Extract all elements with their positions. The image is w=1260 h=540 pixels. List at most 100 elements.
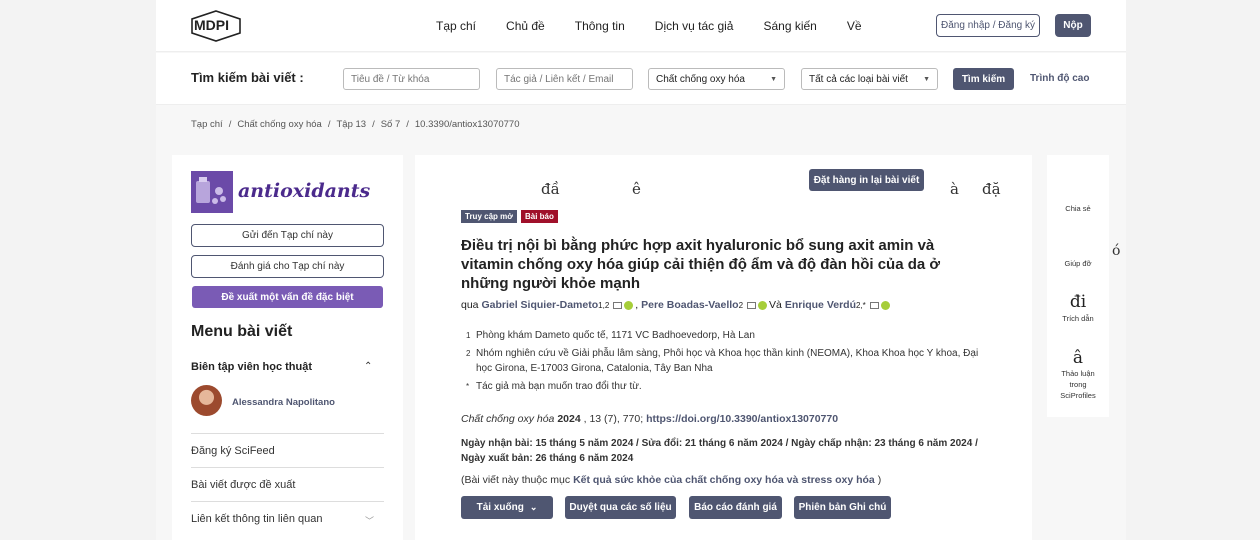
breadcrumb-issue[interactable]: Số 7 (381, 119, 401, 130)
submit-button[interactable]: Nộp (1055, 14, 1091, 37)
by-label: qua (461, 299, 479, 311)
share-button[interactable]: Chia sẻ (1047, 203, 1109, 214)
orcid-icon[interactable] (880, 300, 890, 310)
chevron-down-icon: ⌄ (529, 502, 538, 512)
menu-item-scifeed[interactable]: Đăng ký SciFeed (191, 433, 384, 467)
academic-editor-heading[interactable]: Biên tập viên học thuật (191, 361, 312, 373)
order-reprints-button[interactable]: Đặt hàng in lại bài viết (809, 169, 924, 191)
versions-notes-button[interactable]: Phiên bản Ghi chú (794, 496, 891, 519)
advanced-search-link[interactable]: Trình độ cao (1030, 73, 1089, 84)
overlay-text: ó (1112, 243, 1121, 259)
propose-special-issue-button[interactable]: Đề xuất một vấn đề đặc biệt (192, 286, 383, 308)
journal-cover-icon[interactable] (191, 171, 233, 213)
nav-topics[interactable]: Chủ đề (506, 19, 545, 33)
cite-button[interactable]: Trích dẫn (1047, 313, 1109, 324)
section-line: (Bài viết này thuộc mục Kết quả sức khỏe… (461, 474, 881, 486)
browse-figures-button[interactable]: Duyệt qua các số liệu (565, 496, 676, 519)
discuss-sciprofiles-button[interactable]: Thảo luận trong SciProfiles (1052, 368, 1104, 401)
download-button[interactable]: Tải xuống ⌄ (461, 496, 553, 519)
breadcrumb-doi: 10.3390/antiox13070770 (414, 119, 520, 130)
article-type-select[interactable]: Tất cả các loại bài viết ▼ (801, 68, 938, 90)
section-prefix: (Bài viết này thuộc mục (461, 474, 571, 486)
send-to-journal-button[interactable]: Gửi đến Tạp chí này (191, 224, 384, 247)
section-suffix: ) (877, 474, 882, 486)
affiliation-number: 1 (466, 331, 471, 340)
author-name[interactable]: Gabriel Siquier-Dameto (481, 299, 598, 311)
author-name[interactable]: Pere Boadas-Vaello (641, 299, 738, 311)
avatar (191, 385, 222, 416)
author-affiliation-sup: 2,* (856, 300, 866, 310)
search-button[interactable]: Tìm kiếm (953, 68, 1014, 90)
overlay-text: ê (632, 180, 641, 198)
cite-volume: , 13 (7), 770; (583, 413, 644, 425)
affiliation-text: Nhóm nghiên cứu về Giải phẫu lâm sàng, P… (476, 348, 979, 374)
affiliation-number: 2 (466, 349, 471, 358)
review-for-journal-button[interactable]: Đánh giá cho Tạp chí này (191, 255, 384, 278)
email-icon[interactable] (869, 301, 879, 309)
review-reports-button[interactable]: Báo cáo đánh giá (689, 496, 782, 519)
journal-name[interactable]: antioxidants (238, 180, 370, 202)
nav-author-services[interactable]: Dịch vụ tác giả (655, 19, 734, 33)
page: MDPI Tạp chí Chủ đề Thông tin Dịch vụ tá… (156, 0, 1126, 540)
chevron-up-icon[interactable]: ⌃ (364, 361, 372, 372)
editor-name[interactable]: Alessandra Napolitano (232, 397, 335, 408)
nav-initiatives[interactable]: Sáng kiến (763, 19, 816, 33)
article-menu-title: Menu bài viết (191, 323, 293, 340)
top-navbar: MDPI Tạp chí Chủ đề Thông tin Dịch vụ tá… (156, 0, 1126, 52)
cite-icon[interactable]: đi (1047, 292, 1109, 312)
search-label: Tìm kiếm bài viết : (191, 70, 304, 85)
logo-text: MDPI (194, 17, 229, 33)
right-sidebar: Chia sẻ Giúp đỡ đi Trích dẫn â Thảo luận… (1047, 155, 1109, 417)
cite-year: 2024 (557, 413, 581, 425)
nav-journals[interactable]: Tạp chí (436, 19, 476, 33)
orcid-icon[interactable] (758, 300, 768, 310)
download-label: Tải xuống (476, 502, 524, 513)
breadcrumb-volume[interactable]: Tập 13 (336, 119, 366, 130)
breadcrumb-separator: / (372, 119, 375, 130)
nav-about[interactable]: Về (847, 19, 862, 33)
chevron-down-icon: ﹀ (364, 516, 374, 526)
discuss-icon[interactable]: â (1047, 348, 1109, 368)
citation-line: Chất chống oxy hóa 2024 , 13 (7), 770; h… (461, 413, 838, 425)
affiliation-number: * (466, 382, 470, 391)
article-search-bar: Tìm kiếm bài viết : Chất chống oxy hóa ▼… (156, 53, 1126, 105)
nav-information[interactable]: Thông tin (575, 19, 625, 33)
menu-item-related-links[interactable]: Liên kết thông tin liên quan ﹀ (191, 501, 384, 535)
open-access-badge: Truy cập mở (461, 210, 517, 223)
menu-item-label: Đăng ký SciFeed (191, 445, 275, 457)
main-nav: Tạp chí Chủ đề Thông tin Dịch vụ tác giả… (436, 0, 892, 52)
doi-link[interactable]: https://doi.org/10.3390/antiox13070770 (646, 413, 838, 425)
journal-select-value: Chất chống oxy hóa (656, 74, 745, 85)
and-label: Và (769, 299, 782, 311)
author-name[interactable]: Enrique Verdú (785, 299, 856, 311)
author-affiliation-sup: 2 (738, 300, 744, 310)
breadcrumb-separator: / (406, 119, 409, 130)
login-register-button[interactable]: Đăng nhập / Đăng ký (936, 14, 1040, 37)
mdpi-logo[interactable]: MDPI (190, 10, 242, 42)
affiliation-text: Phòng khám Dameto quốc tế, 1171 VC Badho… (476, 330, 755, 341)
cite-journal: Chất chống oxy hóa (461, 413, 555, 425)
chevron-down-icon: ▼ (923, 76, 930, 83)
author-affiliation-input[interactable] (496, 68, 633, 90)
menu-item-label: Liên kết thông tin liên quan (191, 513, 323, 525)
menu-item-recommended[interactable]: Bài viết được đề xuất (191, 467, 384, 501)
overlay-text: à (950, 180, 959, 198)
overlay-text: đầ (541, 180, 560, 198)
journal-select[interactable]: Chất chống oxy hóa ▼ (648, 68, 785, 90)
help-button[interactable]: Giúp đỡ (1047, 258, 1109, 269)
affiliation-text: Tác giả mà bạn muốn trao đổi thư từ. (476, 381, 642, 392)
section-link[interactable]: Kết quả sức khỏe của chất chống oxy hóa … (573, 474, 875, 486)
orcid-icon[interactable] (624, 300, 634, 310)
chevron-down-icon: ▼ (770, 76, 777, 83)
breadcrumb-journal[interactable]: Chất chống oxy hóa (237, 119, 322, 130)
overlay-text: đặ (982, 180, 1001, 198)
email-icon[interactable] (613, 301, 623, 309)
email-icon[interactable] (747, 301, 757, 309)
title-keyword-input[interactable] (343, 68, 480, 90)
breadcrumb-separator: / (228, 119, 232, 130)
author-affiliation-sup: 1,2 (598, 300, 610, 310)
article-dates: Ngày nhận bài: 15 tháng 5 năm 2024 / Sửa… (461, 438, 978, 464)
article-main: đầ ê à đặ Đặt hàng in lại bài viết Truy … (415, 155, 1032, 540)
article-title: Điều trị nội bì bằng phức hợp axit hyalu… (461, 237, 941, 292)
breadcrumb-journals[interactable]: Tạp chí (191, 119, 223, 130)
